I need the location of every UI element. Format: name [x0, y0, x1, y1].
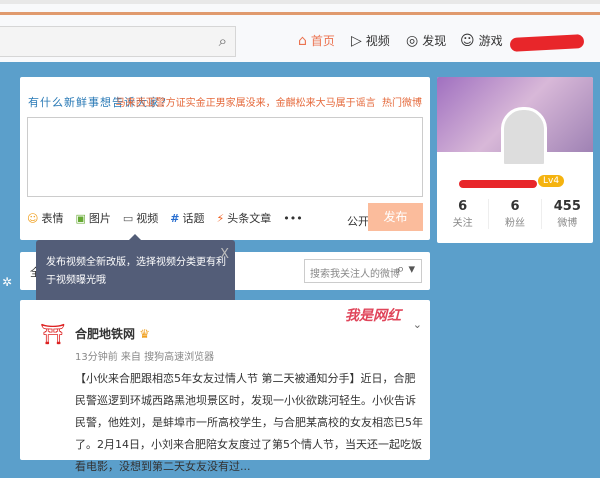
compass-icon: ◎	[406, 32, 419, 49]
nav-home[interactable]: ⌂ 首页	[298, 32, 335, 49]
composer-tools: ☺ 表情 ▣ 图片 ▭ 视频 # 话题 ⚡ 头条文章 •••	[27, 210, 303, 226]
home-icon: ⌂	[298, 32, 307, 49]
accent-line	[0, 12, 600, 15]
stat-value: 455	[553, 199, 581, 214]
stat-value: 6	[458, 199, 468, 214]
author-name-text[interactable]: 合肥地铁网	[75, 327, 135, 341]
stat-posts[interactable]: 455 微博	[540, 199, 593, 229]
feed-item: ⛩ 我是网红 ⌄ 合肥地铁网 ♛ 13分钟前 来自 搜狗高速浏览器 【小伙来合肥…	[20, 300, 430, 473]
chevron-down-icon[interactable]: ⌄	[413, 318, 422, 331]
visibility-label: 公开	[347, 215, 369, 228]
nav-label: 游戏	[478, 34, 503, 48]
more-button[interactable]: •••	[283, 212, 302, 225]
tool-label: 头条文章	[227, 212, 272, 225]
tool-label: 话题	[182, 212, 205, 225]
tool-label: 表情	[41, 212, 64, 225]
tool-emoji[interactable]: ☺ 表情	[27, 210, 63, 226]
tool-image[interactable]: ▣ 图片	[75, 210, 110, 226]
author-avatar[interactable]: ⛩	[38, 322, 68, 362]
image-icon: ▣	[75, 212, 86, 225]
tool-label: 视频	[136, 212, 159, 225]
redacted-username[interactable]	[509, 34, 585, 52]
tooltip-text: 发布视频全新改版，选择视频分类更有利于视频曝光哦	[46, 257, 226, 286]
hashtag-icon: #	[170, 212, 180, 225]
nav-video[interactable]: ▷ 视频	[351, 32, 390, 49]
nav-games[interactable]: ☺ 游戏	[460, 32, 503, 49]
nav-label: 发现	[422, 34, 447, 48]
wanghong-badge: 我是网红	[345, 308, 401, 324]
profile-card: Lv4 6 关注 6 粉丝 455 微博	[437, 77, 593, 243]
author-name[interactable]: 合肥地铁网 ♛	[75, 325, 150, 342]
stat-value: 6	[510, 199, 520, 214]
search-input[interactable]: ⌕	[0, 26, 236, 57]
avatar[interactable]	[501, 107, 547, 167]
stat-followers[interactable]: 6 粉丝	[488, 199, 540, 229]
composer: 有什么新鲜事想告诉大家？ 马来西亚警方证实金正男家属没来，金麒松来大马属于谣言 …	[20, 77, 430, 240]
lightning-icon: ⚡	[216, 212, 225, 225]
post-text: 【小伙来合肥跟相恋5年女友过情人节 第二天被通知分手】近日，合肥民警巡逻到环城西…	[75, 372, 423, 473]
post-button[interactable]: 发布	[368, 203, 423, 231]
redacted-profile-name[interactable]	[459, 180, 537, 188]
hot-topic-text[interactable]: 马来西亚警方证实金正男家属没来，金麒松来大马属于谣言	[116, 98, 376, 109]
stat-label: 粉丝	[504, 218, 525, 229]
tool-label: 图片	[88, 212, 111, 225]
feed-search-input[interactable]: 搜索我关注人的微博 ⌕ ▾	[304, 259, 422, 283]
video-icon: ▷	[351, 32, 362, 49]
search-icon[interactable]: ⌕	[219, 32, 227, 50]
post-meta: 13分钟前 来自 搜狗高速浏览器	[75, 352, 215, 363]
post-textarea[interactable]	[27, 117, 423, 197]
profile-stats: 6 关注 6 粉丝 455 微博	[437, 199, 593, 229]
search-icon[interactable]: ⌕ ▾	[397, 262, 415, 277]
gamepad-icon: ☺	[460, 32, 475, 49]
hot-label[interactable]: 热门微博	[382, 98, 422, 109]
nav-label: 首页	[310, 34, 335, 48]
tool-video[interactable]: ▭ 视频	[123, 210, 158, 226]
top-bar: ⌕ ⌂ 首页 ▷ 视频 ◎ 发现 ☺ 游戏	[0, 0, 600, 62]
video-icon: ▭	[122, 212, 134, 225]
stat-following[interactable]: 6 关注	[437, 199, 488, 229]
stat-label: 微博	[557, 218, 578, 229]
feed-search-placeholder: 搜索我关注人的微博	[310, 269, 400, 280]
hot-topic[interactable]: 马来西亚警方证实金正男家属没来，金麒松来大马属于谣言 热门微博	[116, 94, 422, 109]
level-badge[interactable]: Lv4	[538, 175, 565, 187]
tool-article[interactable]: ⚡ 头条文章	[217, 210, 272, 226]
stat-label: 关注	[452, 218, 473, 229]
nav-label: 视频	[365, 34, 390, 48]
smile-icon: ☺	[27, 212, 39, 225]
tool-topic[interactable]: # 话题	[170, 210, 204, 226]
verified-icon: ♛	[139, 327, 150, 341]
nav-discover[interactable]: ◎ 发现	[406, 32, 446, 49]
settings-gear-icon[interactable]: ✲	[2, 275, 12, 289]
